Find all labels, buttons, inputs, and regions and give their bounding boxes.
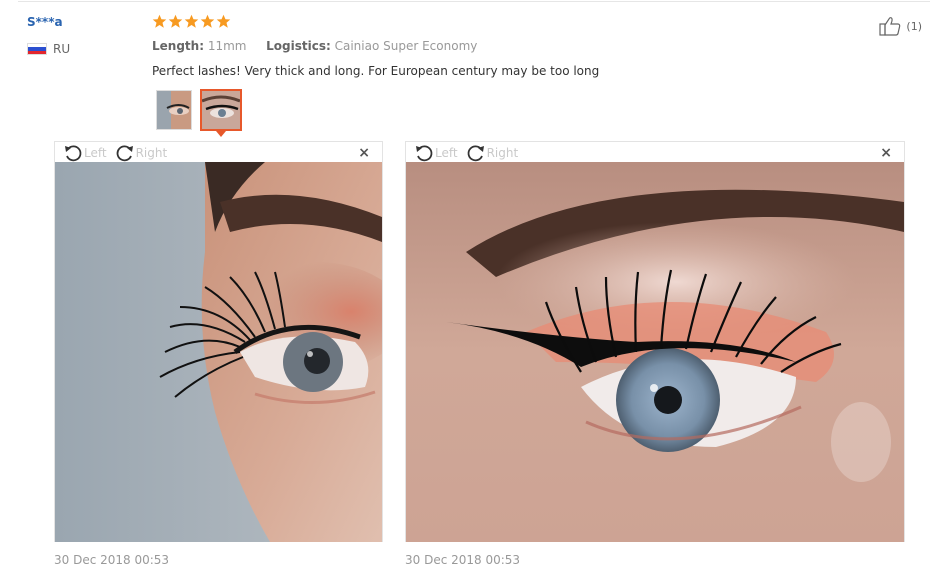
photo-date-right: 30 Dec 2018 00:53 — [405, 553, 521, 567]
star-icon — [184, 14, 199, 28]
close-button[interactable]: × — [358, 145, 370, 161]
front-eye-photo-image — [406, 162, 904, 542]
photo-thumbnail-selected[interactable] — [200, 89, 242, 131]
order-meta: Length: 11mm Logistics: Cainiao Super Ec… — [152, 39, 477, 53]
review-text: Perfect lashes! Very thick and long. For… — [152, 64, 600, 78]
star-icon — [168, 14, 183, 28]
rotate-right-button[interactable]: Right — [115, 143, 168, 163]
star-rating — [152, 14, 231, 29]
reviewer-name[interactable]: S***a — [27, 15, 63, 29]
star-icon — [200, 14, 215, 28]
photo-thumbnails — [156, 89, 242, 131]
photo-thumbnail[interactable] — [156, 90, 192, 130]
length-label: Length: — [152, 39, 204, 53]
helpful-button[interactable]: (1) — [879, 16, 922, 36]
helpful-count: (1) — [906, 19, 922, 33]
rotate-right-label: Right — [486, 145, 519, 160]
rotate-left-icon — [65, 144, 82, 161]
rotate-left-label: Left — [84, 145, 107, 160]
rotate-left-label: Left — [435, 145, 458, 160]
length-value: 11mm — [207, 39, 247, 53]
viewer-toolbar: Left Right × — [406, 142, 904, 163]
photo-viewer-left: Left Right × — [54, 141, 383, 542]
review-photo-side-eye — [55, 162, 382, 542]
rotate-right-button[interactable]: Right — [466, 143, 519, 163]
photo-date-left: 30 Dec 2018 00:53 — [54, 553, 170, 567]
eye-photo-thumbnail-image — [157, 91, 191, 129]
logistics-value: Cainiao Super Economy — [334, 39, 478, 53]
close-button[interactable]: × — [880, 145, 892, 161]
viewer-toolbar: Left Right × — [55, 142, 382, 163]
selected-thumbnail-pointer — [216, 131, 226, 137]
rotate-left-button[interactable]: Left — [414, 143, 458, 163]
thumbs-up-icon — [879, 17, 901, 36]
eye-photo-thumbnail-image — [202, 91, 240, 129]
rotate-left-button[interactable]: Left — [63, 143, 107, 163]
rotate-right-icon — [467, 144, 484, 161]
russia-flag-icon — [27, 43, 47, 55]
star-icon — [216, 14, 231, 28]
rotate-right-icon — [116, 144, 133, 161]
rotate-left-icon — [416, 144, 433, 161]
reviewer-country: RU — [27, 42, 70, 56]
country-code: RU — [53, 42, 71, 56]
photo-viewer-right: Left Right × — [405, 141, 905, 542]
divider-line — [18, 1, 930, 2]
side-eye-photo-image — [55, 162, 382, 542]
review-photo-front-eye — [406, 162, 904, 542]
logistics-label: Logistics: — [266, 39, 331, 53]
star-icon — [152, 14, 167, 28]
rotate-right-label: Right — [135, 145, 168, 160]
